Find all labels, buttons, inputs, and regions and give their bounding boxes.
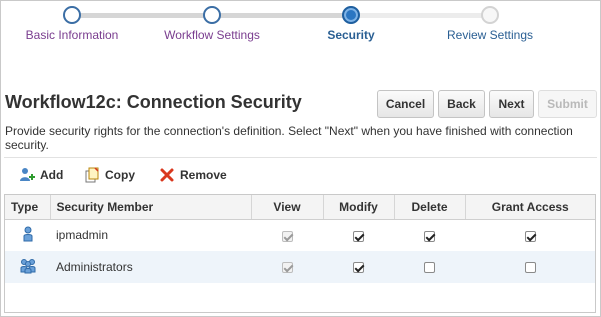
grant-access-cell — [465, 251, 595, 283]
column-header-modify[interactable]: Modify — [323, 195, 395, 220]
train-stop-basic-information[interactable] — [63, 6, 81, 24]
train-stop-review-settings[interactable] — [481, 6, 499, 24]
grant-access-cell — [465, 219, 595, 251]
train-stop-security — [342, 6, 360, 24]
table-header-row: Type Security Member View Modify Delete … — [5, 195, 595, 220]
column-header-grant-access[interactable]: Grant Access — [465, 195, 595, 220]
delete-cell — [394, 219, 465, 251]
column-header-type[interactable]: Type — [5, 195, 51, 220]
column-header-security-member[interactable]: Security Member — [50, 195, 252, 220]
train-stop-workflow-settings[interactable] — [203, 6, 221, 24]
copy-button[interactable]: Copy — [84, 166, 135, 184]
train-label-review-settings[interactable]: Review Settings — [447, 28, 533, 42]
copy-label: Copy — [105, 168, 135, 182]
delete-cell — [394, 251, 465, 283]
back-button[interactable]: Back — [438, 90, 485, 118]
table-row[interactable]: ipmadmin — [5, 219, 595, 251]
remove-x-icon — [159, 167, 175, 183]
member-name: Administrators — [50, 251, 251, 283]
view-checkbox — [281, 262, 293, 274]
modify-checkbox[interactable] — [353, 262, 364, 274]
modify-cell — [323, 251, 394, 283]
user-icon — [21, 226, 35, 245]
instructions-text: Provide security rights for the connecti… — [5, 124, 573, 152]
toolbar-divider — [4, 157, 597, 158]
type-cell — [5, 219, 50, 251]
security-table: Type Security Member View Modify Delete … — [4, 194, 596, 313]
next-button[interactable]: Next — [489, 90, 534, 118]
group-icon — [19, 258, 37, 277]
view-checkbox — [281, 230, 293, 242]
grant-access-checkbox[interactable] — [524, 230, 536, 242]
add-label: Add — [40, 168, 64, 182]
copy-icon — [84, 167, 100, 183]
train-remaining-line — [350, 13, 490, 18]
train-label-basic-information[interactable]: Basic Information — [26, 28, 119, 42]
page-title: Workflow12c: Connection Security — [5, 92, 302, 112]
add-button[interactable]: Add — [19, 166, 63, 184]
remove-label: Remove — [180, 168, 227, 182]
view-cell — [251, 219, 323, 251]
modify-checkbox[interactable] — [353, 230, 364, 242]
table-row[interactable]: Administrators — [5, 251, 595, 283]
column-header-view[interactable]: View — [251, 195, 324, 220]
delete-checkbox[interactable] — [424, 262, 435, 274]
grant-access-checkbox[interactable] — [524, 262, 536, 274]
cancel-button[interactable]: Cancel — [377, 90, 434, 118]
member-name: ipmadmin — [56, 228, 109, 243]
train-label-workflow-settings[interactable]: Workflow Settings — [164, 28, 260, 42]
add-user-icon — [19, 167, 35, 183]
view-cell — [251, 251, 323, 283]
modify-cell — [323, 219, 394, 251]
type-cell — [5, 251, 50, 283]
process-train: Basic Information Workflow Settings Secu… — [0, 0, 601, 58]
train-label-security: Security — [327, 28, 375, 42]
column-header-delete[interactable]: Delete — [394, 195, 466, 220]
remove-button[interactable]: Remove — [159, 166, 227, 184]
delete-checkbox[interactable] — [424, 230, 435, 242]
submit-button: Submit — [538, 90, 597, 118]
